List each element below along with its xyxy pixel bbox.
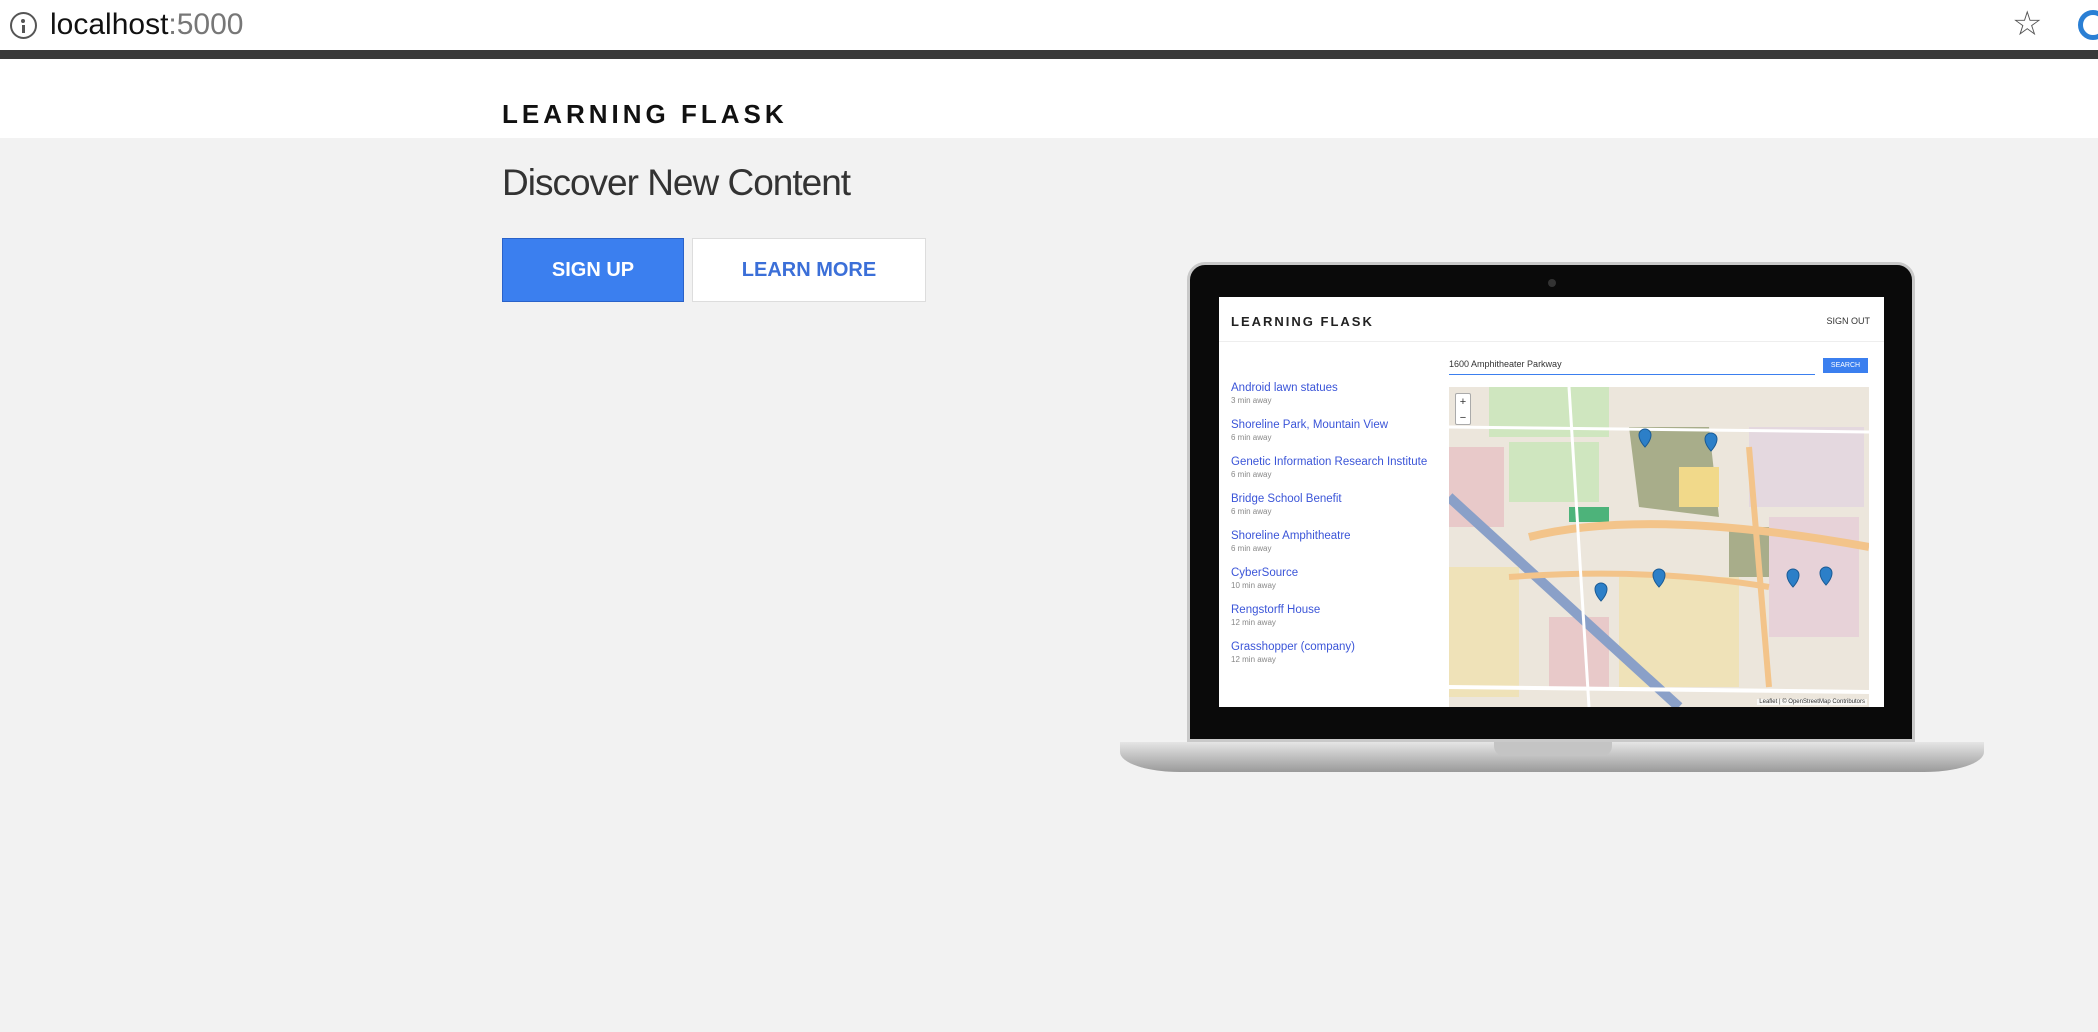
list-item: Genetic Information Research Institute 6 … <box>1231 456 1441 479</box>
laptop-lid: LEARNING FLASK SIGN OUT 1600 Amphitheate… <box>1187 262 1915 742</box>
laptop-screen: LEARNING FLASK SIGN OUT 1600 Amphitheate… <box>1219 297 1884 707</box>
url-host: localhost <box>50 8 169 41</box>
laptop-mockup: LEARNING FLASK SIGN OUT 1600 Amphitheate… <box>1120 262 1984 772</box>
place-meta: 10 min away <box>1231 581 1276 590</box>
preview-search-input: 1600 Amphitheater Parkway <box>1449 359 1815 375</box>
list-item: Rengstorff House 12 min away <box>1231 604 1441 627</box>
list-item: Shoreline Amphitheatre 6 min away <box>1231 530 1441 553</box>
list-item: Grasshopper (company) 12 min away <box>1231 641 1441 664</box>
place-title: Android lawn statues <box>1231 382 1338 394</box>
url-port: :5000 <box>168 8 244 41</box>
place-title: CyberSource <box>1231 567 1299 579</box>
browser-divider <box>0 50 2098 59</box>
place-title: Shoreline Park, Mountain View <box>1231 419 1389 431</box>
preview-sign-out: SIGN OUT <box>1826 316 1870 326</box>
laptop-notch <box>1494 742 1612 756</box>
place-meta: 12 min away <box>1231 655 1276 664</box>
hero-title: Discover New Content <box>502 162 851 203</box>
place-title: Rengstorff House <box>1231 604 1321 616</box>
list-item: Bridge School Benefit 6 min away <box>1231 493 1441 516</box>
place-title: Bridge School Benefit <box>1231 493 1342 505</box>
info-icon[interactable] <box>10 12 37 39</box>
list-item: Shoreline Park, Mountain View 6 min away <box>1231 419 1441 442</box>
place-meta: 3 min away <box>1231 396 1272 405</box>
browser-address-bar: localhost:5000 ☆ <box>0 0 2098 59</box>
zoom-in-icon: + <box>1459 396 1467 408</box>
learn-more-button[interactable]: LEARN MORE <box>692 238 926 302</box>
list-item: CyberSource 10 min away <box>1231 567 1441 590</box>
preview-header: LEARNING FLASK SIGN OUT <box>1219 297 1884 342</box>
extension-icon[interactable] <box>2078 10 2098 40</box>
site-header: LEARNING FLASK <box>0 59 2098 138</box>
bookmark-star-icon[interactable]: ☆ <box>2012 6 2042 42</box>
place-meta: 6 min away <box>1231 544 1272 553</box>
map-zoom-control: + − <box>1455 393 1471 425</box>
place-meta: 6 min away <box>1231 470 1272 479</box>
place-meta: 12 min away <box>1231 618 1276 627</box>
sign-up-button[interactable]: SIGN UP <box>502 238 684 302</box>
zoom-out-icon: − <box>1459 412 1467 424</box>
place-title: Shoreline Amphitheatre <box>1231 530 1351 542</box>
site-brand[interactable]: LEARNING FLASK <box>502 99 788 130</box>
preview-brand: LEARNING FLASK <box>1231 314 1374 329</box>
preview-search-button: SEARCH <box>1823 358 1868 373</box>
camera-icon <box>1548 279 1556 287</box>
url-field[interactable]: localhost:5000 <box>50 8 243 42</box>
list-item: Android lawn statues 3 min away <box>1231 382 1441 405</box>
preview-place-list: Android lawn statues 3 min away Shoreline… <box>1231 382 1441 678</box>
map-attribution: Leaflet | © OpenStreetMap Contributors <box>1757 699 1867 705</box>
place-title: Genetic Information Research Institute <box>1231 456 1428 468</box>
map-graphic <box>1445 386 1870 707</box>
preview-map: + − Leaflet | © OpenStreetMap Contributo… <box>1445 386 1870 707</box>
place-title: Grasshopper (company) <box>1231 641 1355 653</box>
place-meta: 6 min away <box>1231 507 1272 516</box>
place-meta: 6 min away <box>1231 433 1272 442</box>
